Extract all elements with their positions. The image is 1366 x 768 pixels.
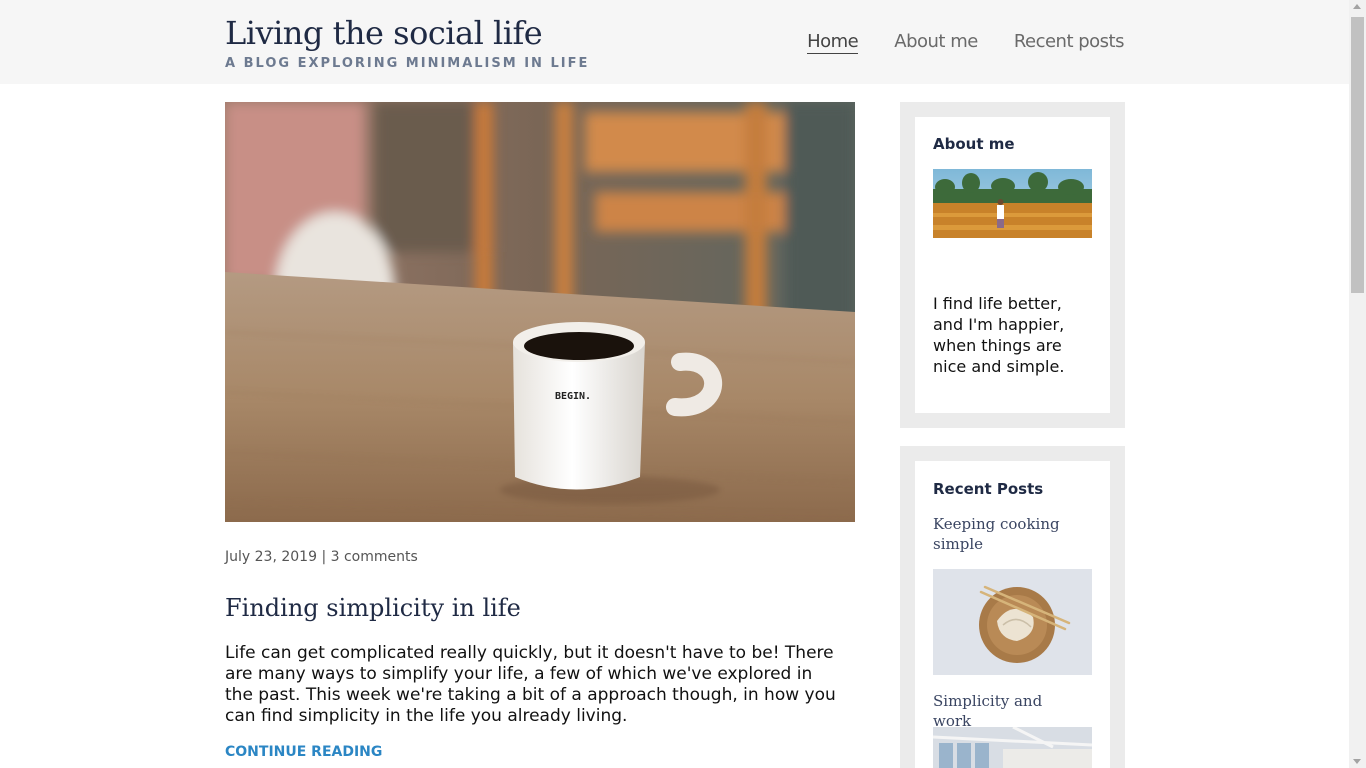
about-text: I find life better, and I'm happier, whe… xyxy=(933,294,1065,376)
recent-post-image-work[interactable] xyxy=(933,727,1092,768)
site-tagline: A BLOG EXPLORING MINIMALISM IN LIFE xyxy=(225,56,590,71)
about-image xyxy=(933,169,1092,238)
continue-reading-link[interactable]: CONTINUE READING xyxy=(225,744,382,760)
scrollbar-thumb[interactable] xyxy=(1351,17,1364,293)
post-date[interactable]: July 23, 2019 xyxy=(225,549,317,565)
recent-posts-widget: Recent Posts Keeping cooking simple Simp… xyxy=(900,446,1125,768)
main-nav: Home About me Recent posts xyxy=(807,31,1125,54)
post-excerpt: Life can get complicated really quickly,… xyxy=(225,643,836,726)
mug-label: BEGIN. xyxy=(555,391,591,402)
site-title[interactable]: Living the social life xyxy=(225,14,543,52)
recent-posts-card: Recent Posts Keeping cooking simple Simp… xyxy=(915,461,1110,768)
recent-post-image-cooking[interactable] xyxy=(933,569,1092,675)
about-widget-card: About me I find life better, and I'm hap… xyxy=(915,117,1110,413)
recent-post-link[interactable]: Simplicity and work xyxy=(933,691,1083,731)
recent-post-link[interactable]: Keeping cooking simple xyxy=(933,514,1083,554)
scroll-up-arrow-icon[interactable] xyxy=(1353,4,1361,9)
scroll-down-arrow-icon[interactable] xyxy=(1353,759,1361,764)
post-comments-link[interactable]: 3 comments xyxy=(331,549,418,565)
recent-posts-title: Recent Posts xyxy=(933,480,1044,498)
site-header: Living the social life A BLOG EXPLORING … xyxy=(0,0,1349,84)
post-featured-image[interactable]: BEGIN. xyxy=(225,102,855,522)
about-widget: About me I find life better, and I'm hap… xyxy=(900,102,1125,428)
meta-separator: | xyxy=(321,549,327,565)
about-widget-title: About me xyxy=(933,135,1015,153)
nav-recent-posts[interactable]: Recent posts xyxy=(1014,31,1125,54)
post-meta: July 23, 2019 | 3 comments xyxy=(225,549,418,565)
nav-about-me[interactable]: About me xyxy=(894,31,978,54)
post-title[interactable]: Finding simplicity in life xyxy=(225,594,521,622)
nav-home[interactable]: Home xyxy=(807,31,859,54)
page-scrollbar[interactable] xyxy=(1349,0,1366,768)
